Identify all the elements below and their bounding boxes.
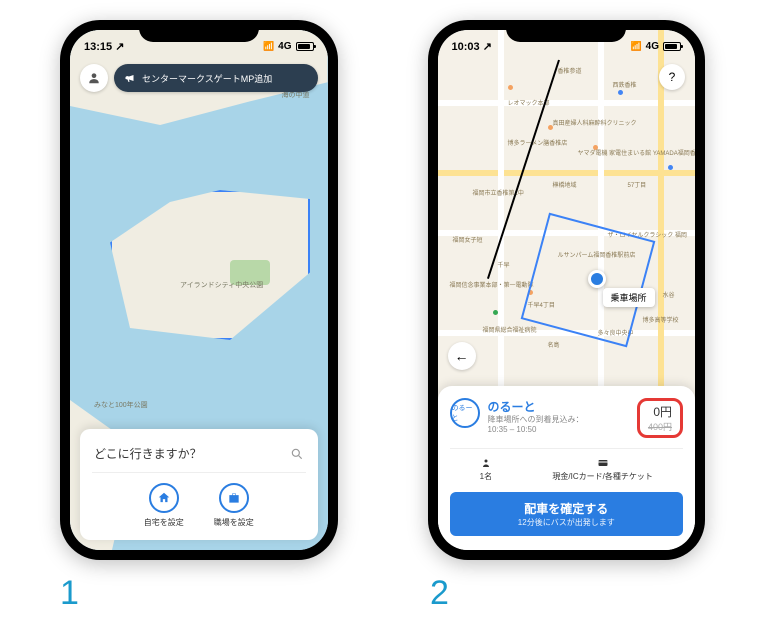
passenger-count-option[interactable]: 1名 xyxy=(480,457,492,482)
battery-icon xyxy=(296,42,314,51)
search-card: どこに行きますか？ 自宅を設定 職場を設定 xyxy=(80,429,318,540)
destination-search[interactable]: どこに行きますか？ xyxy=(92,439,306,473)
work-shortcut-label: 職場を設定 xyxy=(214,517,254,528)
confirm-dispatch-button[interactable]: 配車を確定する 12分後にバスが出発します xyxy=(450,492,684,536)
passenger-count-label: 1名 xyxy=(480,471,492,482)
poi-label: 福岡信念事業本部・第一電動隊 xyxy=(450,280,534,289)
set-home-shortcut[interactable]: 自宅を設定 xyxy=(144,483,184,528)
location-arrow-icon: ↗ xyxy=(115,41,124,53)
notch xyxy=(506,20,626,42)
eta-time: 10:35 – 10:50 xyxy=(488,425,537,434)
location-arrow-icon: ↗ xyxy=(483,41,492,53)
pickup-pin[interactable] xyxy=(588,270,606,288)
poi-label: 水谷 xyxy=(663,290,675,299)
payment-method-option[interactable]: 現金/ICカード/各種チケット xyxy=(552,457,652,482)
status-time: 10:03 xyxy=(452,41,480,53)
poi-label: 西鉄香椎 xyxy=(613,80,637,89)
ride-service-name: のるーと xyxy=(488,398,629,415)
service-zone-outline xyxy=(110,190,310,340)
set-work-shortcut[interactable]: 職場を設定 xyxy=(214,483,254,528)
payment-method-label: 現金/ICカード/各種チケット xyxy=(552,471,652,482)
poi-label: 57丁目 xyxy=(628,180,647,189)
announcement-pill[interactable]: センターマークスゲートMP追加 xyxy=(114,64,318,92)
network-label: 4G xyxy=(278,41,291,52)
profile-button[interactable] xyxy=(80,64,108,92)
screen-1: 13:15 ↗ 4G 海の中道 アイランドシティ中央公園 みなと100年公園 xyxy=(70,30,328,550)
phone-mockup-2: 10:03 ↗ 4G xyxy=(428,20,706,560)
poi-label: 博多ラーメン膳香椎店 xyxy=(508,138,568,147)
poi-label: 名島 xyxy=(548,340,560,349)
announcement-text: センターマークスゲートMP追加 xyxy=(142,72,272,85)
search-placeholder: どこに行きますか？ xyxy=(94,445,202,462)
status-time: 13:15 xyxy=(84,41,112,53)
briefcase-icon xyxy=(227,491,241,505)
signal-icon xyxy=(630,41,641,52)
phone-mockup-1: 13:15 ↗ 4G 海の中道 アイランドシティ中央公園 みなと100年公園 xyxy=(60,20,338,560)
poi-label: ヤマダ電機 家電住まいる館 YAMADA福岡香椎本店 xyxy=(578,148,696,157)
person-icon xyxy=(480,457,492,469)
notch xyxy=(139,20,259,42)
eta-label: 降車場所への到着見込み： xyxy=(488,415,584,424)
card-icon xyxy=(597,457,609,469)
price-current: 0円 xyxy=(648,403,672,420)
confirm-button-subtitle: 12分後にバスが出発します xyxy=(450,517,684,528)
poi-label: 千早 xyxy=(498,260,510,269)
home-shortcut-label: 自宅を設定 xyxy=(144,517,184,528)
ride-service-logo: のるーと xyxy=(450,398,480,428)
poi-label: 福岡県総合福祉病院 xyxy=(483,325,537,334)
confirm-button-title: 配車を確定する xyxy=(450,500,684,517)
poi-label: 博多高等学校 xyxy=(643,315,679,324)
map-label-minato: みなと100年公園 xyxy=(94,400,148,410)
megaphone-icon xyxy=(124,72,136,84)
battery-icon xyxy=(663,42,681,51)
poi-label: 香椎参道 xyxy=(558,66,582,75)
price-highlight-box: 0円 400円 xyxy=(637,398,683,438)
search-icon xyxy=(290,447,304,461)
map-label-island-park: アイランドシティ中央公園 xyxy=(180,280,263,290)
network-label: 4G xyxy=(646,41,659,52)
pickup-label-bubble: 乗車場所 xyxy=(603,288,655,307)
poi-label: 福岡女子短 xyxy=(453,235,483,244)
poi-label: 榊橋地域 xyxy=(553,180,577,189)
screen-2: 10:03 ↗ 4G xyxy=(438,30,696,550)
poi-label: 真田産婦人科麻酔科クリニック xyxy=(553,118,637,127)
help-button[interactable]: ? xyxy=(659,64,685,90)
back-button[interactable]: ← xyxy=(448,342,476,370)
ride-card: のるーと のるーと 降車場所への到着見込み： 10:35 – 10:50 0円 … xyxy=(438,386,696,550)
step-number-1: 1 xyxy=(60,574,79,613)
signal-icon xyxy=(263,41,274,52)
step-number-2: 2 xyxy=(430,574,449,613)
price-original: 400円 xyxy=(648,420,672,433)
person-icon xyxy=(87,71,101,85)
home-icon xyxy=(157,491,171,505)
